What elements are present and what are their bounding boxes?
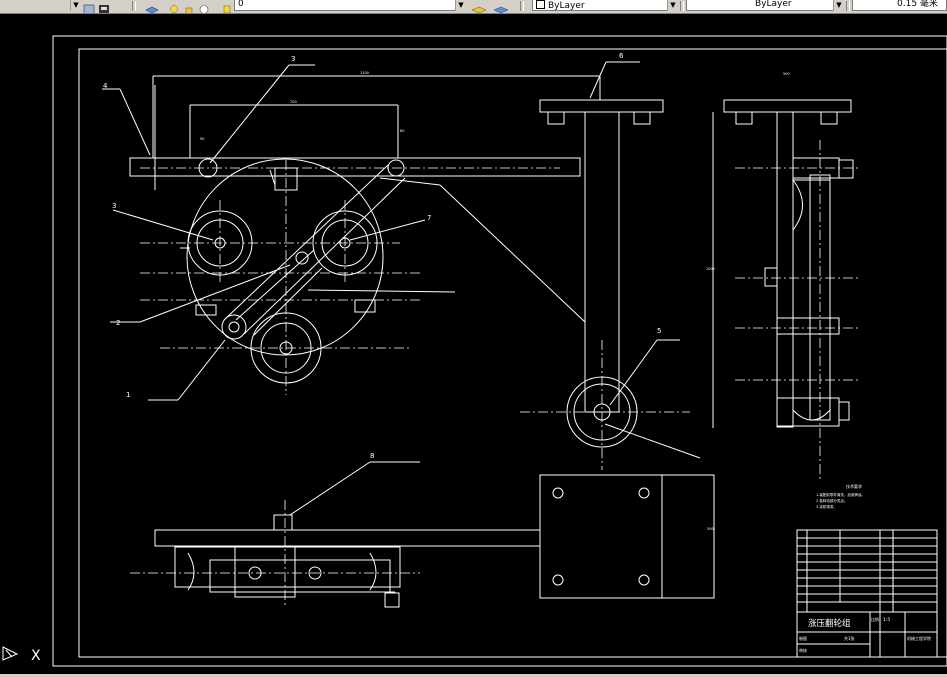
svg-text:90: 90	[200, 137, 204, 141]
svg-text:1000: 1000	[706, 267, 715, 271]
linetype-dropdown-arrow-icon[interactable]: ▼	[833, 0, 844, 11]
title-block-text: 涨压翻轮组 比例 1:5 共1张 制图 审核 机械工程学院	[799, 616, 931, 653]
dropdown-arrow-icon[interactable]: ▼	[70, 0, 81, 11]
balloon-leaders	[102, 61, 680, 516]
tech-req-line-2: 2.各转动部分灵活。	[816, 498, 847, 503]
drawing-canvas[interactable]: 1100 700 90 80 500 1000 300 1 2 3 4 3 5 …	[0, 14, 947, 674]
balloon-3-left: 3	[112, 202, 116, 210]
lock-icon[interactable]	[183, 0, 195, 13]
layer-state-icon[interactable]	[83, 0, 95, 13]
svg-text:300: 300	[707, 527, 714, 531]
color-icon[interactable]	[198, 0, 210, 13]
layer-previous-icon[interactable]	[144, 0, 160, 13]
balloon-7: 7	[427, 214, 431, 222]
toolbar-separator	[132, 1, 136, 11]
toolbar-separator	[520, 1, 524, 11]
main-view	[129, 75, 601, 384]
check-label: 审核	[799, 647, 807, 653]
color-dropdown[interactable]: ByLayer	[532, 0, 668, 11]
drawn-label: 制图	[799, 635, 807, 641]
balloon-5: 5	[657, 327, 661, 335]
school-label: 机械工程学院	[907, 635, 931, 641]
lineweight-dropdown[interactable]: 0.15 毫米	[852, 0, 947, 11]
layer-iso-icon[interactable]	[492, 0, 510, 13]
svg-text:700: 700	[290, 100, 297, 104]
layer-current-label: 0	[238, 0, 244, 9]
svg-text:1100: 1100	[360, 71, 369, 75]
svg-text:500: 500	[783, 72, 790, 76]
drawing-title: 涨压翻轮组	[808, 618, 851, 629]
bottom-plan-view	[154, 474, 715, 608]
side-arm-view	[539, 99, 701, 459]
layer-walk-icon[interactable]	[470, 0, 488, 13]
tech-req-line-1: 1.装配前零件清洗，加润滑油。	[816, 492, 865, 497]
color-control-label: ByLayer	[548, 1, 585, 11]
freeze-icon[interactable]	[168, 0, 180, 13]
toolbar-separator	[846, 1, 850, 11]
make-current-icon[interactable]	[222, 0, 232, 13]
scale-label: 比例	[871, 616, 879, 622]
scale-value: 1:5	[883, 617, 890, 623]
drawing-svg: 1100 700 90 80 500 1000 300 1 2 3 4 3 5 …	[2, 35, 947, 667]
tech-req-line-3: 3.涂防锈漆。	[816, 504, 837, 509]
balloon-1: 1	[126, 391, 130, 399]
balloon-8: 8	[370, 452, 374, 460]
layer-dropdown-arrow-icon[interactable]: ▼	[455, 0, 466, 11]
layer-dropdown[interactable]: 0	[234, 0, 460, 11]
sheet-outer-border	[52, 35, 947, 667]
ucs-icon	[2, 646, 19, 661]
balloon-2: 2	[116, 319, 120, 327]
layer-manager-icon[interactable]	[98, 0, 110, 13]
tech-req-title: 技术要求	[846, 483, 862, 489]
sheet-count: 共1张	[844, 635, 855, 641]
color-swatch	[536, 0, 545, 9]
properties-toolbar: ▼ 0 ▼ ByLayer ▼ ByLayer ▼ 0.15 毫米	[0, 0, 947, 14]
technical-requirements: 技术要求 1.装配前零件清洗，加润滑油。 2.各转动部分灵活。 3.涂防锈漆。	[816, 483, 865, 509]
balloon-4: 4	[103, 82, 108, 90]
lineweight-control-label: 0.15 毫米	[897, 0, 938, 9]
right-side-view	[712, 99, 854, 428]
balloon-3-top: 3	[291, 55, 295, 63]
linetype-control-label: ByLayer	[755, 0, 792, 9]
linetype-dropdown[interactable]: ByLayer	[686, 0, 834, 11]
balloon-6: 6	[619, 52, 624, 60]
svg-text:80: 80	[400, 129, 404, 133]
sheet-inner-border	[78, 48, 947, 658]
ucs-x-label: X	[31, 648, 41, 664]
toolbar-separator	[680, 1, 684, 11]
color-dropdown-arrow-icon[interactable]: ▼	[667, 0, 678, 11]
